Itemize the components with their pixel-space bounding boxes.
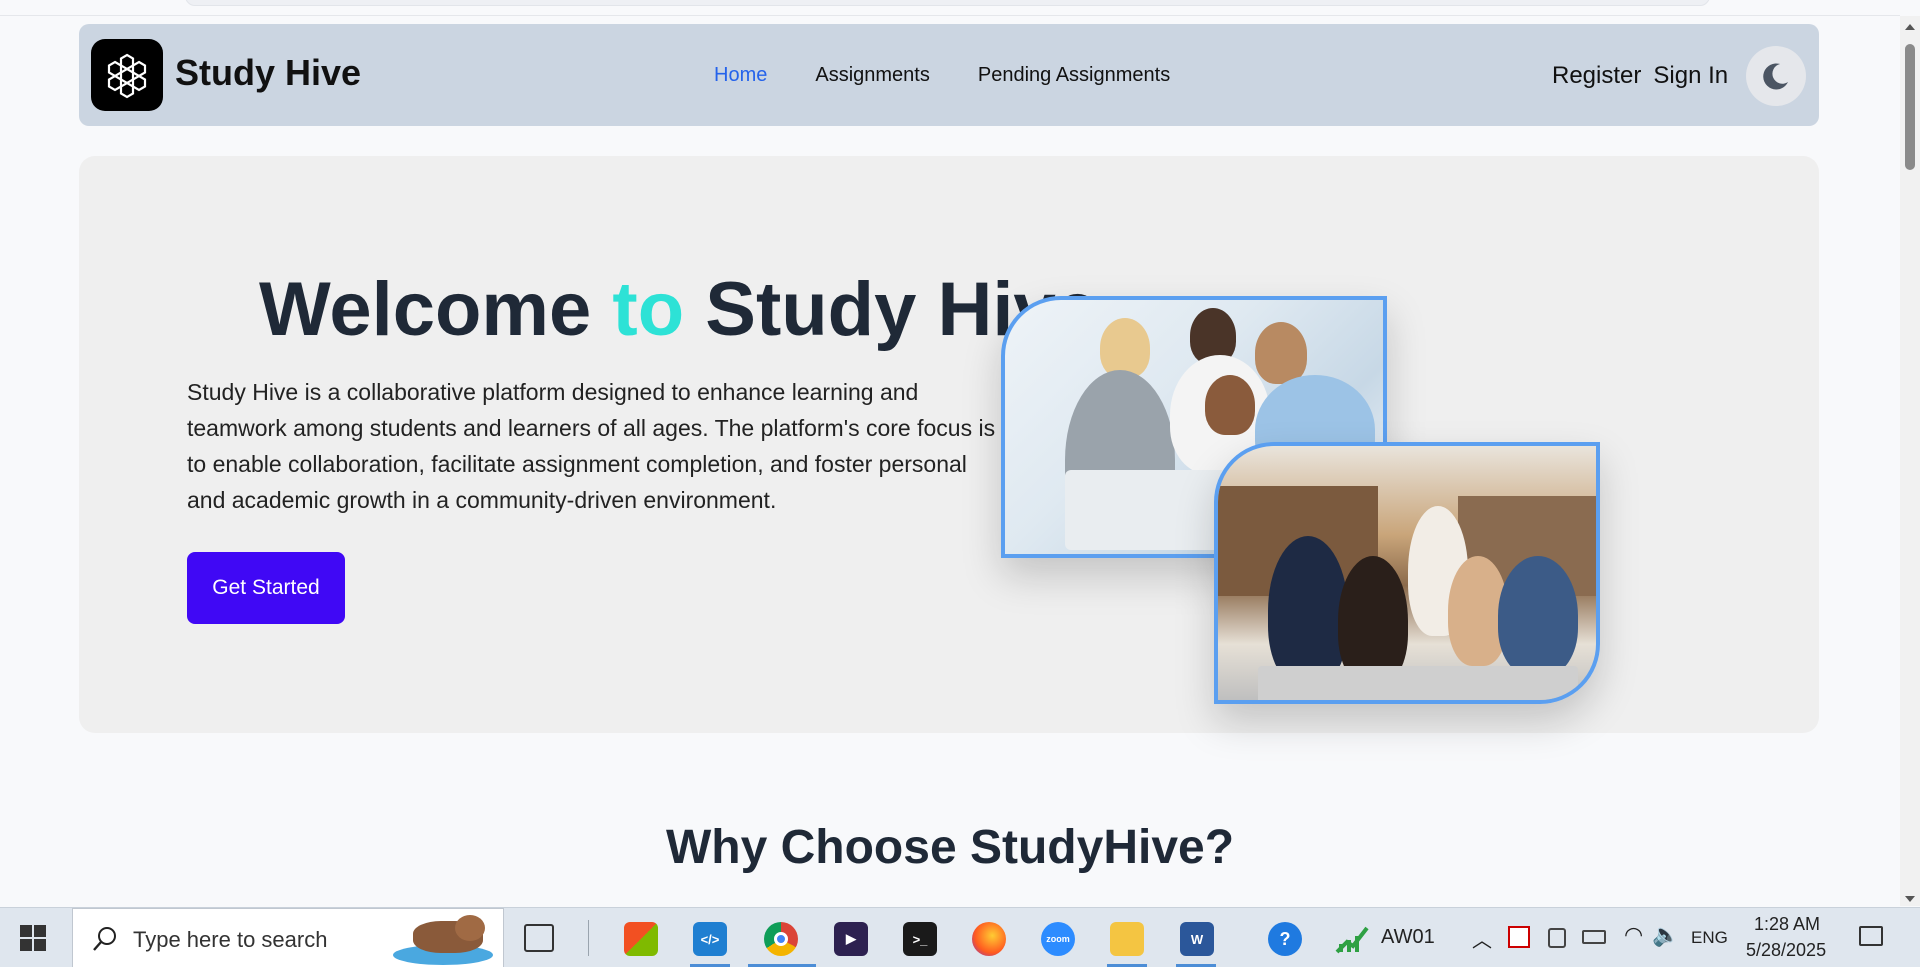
hero-section: Welcome to Study Hive Study Hive is a co… bbox=[79, 156, 1819, 733]
task-view-icon[interactable] bbox=[524, 924, 554, 952]
nav-links: Home Assignments Pending Assignments bbox=[714, 64, 1170, 87]
file-explorer-icon[interactable] bbox=[1110, 922, 1144, 956]
auth-links: Register Sign In bbox=[1552, 62, 1728, 90]
vscode-icon[interactable]: </> bbox=[693, 922, 727, 956]
section-title: Why Choose StudyHive? bbox=[665, 821, 1235, 874]
taskbar-divider bbox=[588, 920, 589, 956]
video-editor-icon[interactable]: ▶ bbox=[834, 922, 868, 956]
clock-time[interactable]: 1:28 AM bbox=[1754, 914, 1820, 935]
volume-icon[interactable]: 🔈 bbox=[1652, 922, 1679, 948]
signin-link[interactable]: Sign In bbox=[1653, 62, 1728, 90]
scroll-down-arrow-icon[interactable] bbox=[1905, 896, 1915, 902]
theme-toggle-button[interactable] bbox=[1746, 46, 1806, 106]
scroll-up-arrow-icon[interactable] bbox=[1905, 24, 1915, 30]
battery-icon[interactable] bbox=[1582, 930, 1606, 944]
address-bar-edge bbox=[185, 0, 1710, 6]
hero-description: Study Hive is a collaborative platform d… bbox=[187, 379, 996, 513]
hero-title-accent: to bbox=[612, 267, 685, 352]
microsoft-store-icon[interactable] bbox=[624, 922, 658, 956]
notifications-icon[interactable] bbox=[1859, 926, 1883, 946]
otter-illustration-icon bbox=[393, 915, 493, 965]
clock-date[interactable]: 5/28/2025 bbox=[1746, 940, 1826, 961]
taskbar-search-placeholder: Type here to search bbox=[133, 927, 328, 952]
language-indicator[interactable]: ENG bbox=[1691, 928, 1728, 948]
register-link[interactable]: Register bbox=[1552, 62, 1641, 90]
hero-title-part1: Welcome bbox=[259, 267, 613, 352]
navbar: Study Hive Home Assignments Pending Assi… bbox=[79, 24, 1819, 126]
nav-assignments[interactable]: Assignments bbox=[815, 64, 930, 87]
search-icon bbox=[93, 927, 116, 951]
get-started-button[interactable]: Get Started bbox=[187, 552, 345, 624]
browser-top-strip bbox=[0, 0, 1900, 16]
zoom-icon[interactable]: zoom bbox=[1041, 922, 1075, 956]
nav-home[interactable]: Home bbox=[714, 64, 767, 87]
nav-pending-assignments[interactable]: Pending Assignments bbox=[978, 64, 1170, 87]
page-scrollbar[interactable] bbox=[1900, 16, 1920, 906]
aw01-app-icon[interactable] bbox=[1335, 924, 1369, 954]
wifi-icon[interactable]: ◠ bbox=[1624, 922, 1643, 948]
taskbar-search[interactable]: Type here to search bbox=[72, 908, 504, 967]
windows-taskbar: Type here to search </> ▶ >_ zoom W ? AW… bbox=[0, 907, 1920, 967]
adobe-icon[interactable] bbox=[1508, 926, 1530, 948]
firefox-icon[interactable] bbox=[972, 922, 1006, 956]
windows-start-icon[interactable] bbox=[20, 925, 46, 951]
hive-logo-icon[interactable] bbox=[91, 39, 163, 111]
meet-now-icon[interactable] bbox=[1548, 928, 1566, 948]
hero-image-library bbox=[1214, 442, 1600, 704]
moon-icon bbox=[1763, 63, 1788, 90]
hero-title: Welcome to Study Hive bbox=[259, 266, 1098, 353]
brand-name[interactable]: Study Hive bbox=[175, 52, 361, 94]
terminal-icon[interactable]: >_ bbox=[903, 922, 937, 956]
chevron-up-icon[interactable]: ︿ bbox=[1472, 924, 1492, 953]
scroll-thumb[interactable] bbox=[1905, 44, 1915, 170]
help-icon[interactable]: ? bbox=[1268, 922, 1302, 956]
chrome-icon[interactable] bbox=[764, 922, 798, 956]
word-icon[interactable]: W bbox=[1180, 922, 1214, 956]
aw01-label[interactable]: AW01 bbox=[1381, 926, 1435, 949]
